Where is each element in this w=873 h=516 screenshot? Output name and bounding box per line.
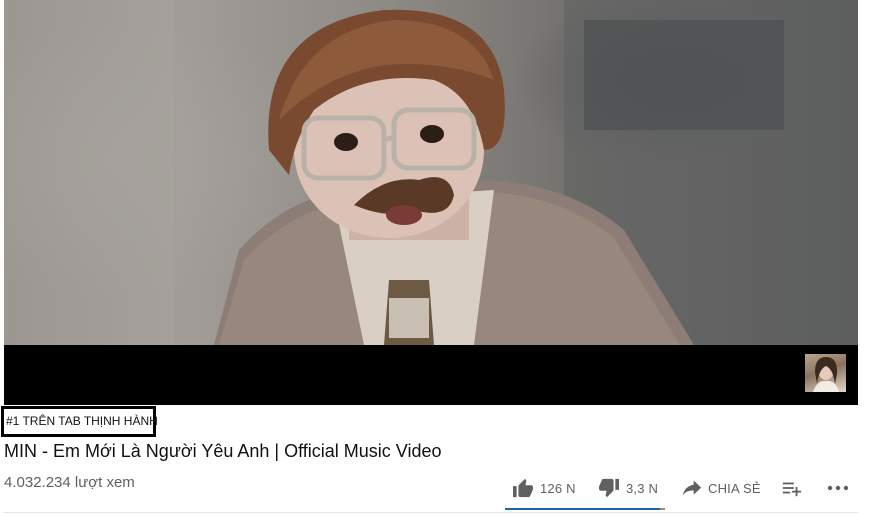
video-still-image — [4, 0, 858, 345]
more-actions-button[interactable] — [826, 476, 850, 500]
share-button[interactable]: CHIA SẺ — [682, 476, 761, 500]
dislike-button[interactable]: 3,3 N — [598, 476, 658, 500]
dislike-count: 3,3 N — [626, 480, 659, 496]
video-frame[interactable] — [4, 0, 858, 345]
end-screen-thumbnail-image — [813, 357, 839, 392]
thumb-down-icon — [599, 478, 619, 498]
sentiment-bar — [505, 508, 665, 510]
like-button[interactable]: 126 N — [512, 476, 576, 500]
video-actions: 126 N 3,3 N CHIA SẺ — [0, 476, 873, 500]
end-screen-thumbnail[interactable] — [805, 354, 846, 392]
share-label: CHIA SẺ — [708, 480, 761, 496]
thumb-up-icon — [513, 478, 533, 498]
add-to-playlist-icon — [782, 482, 802, 497]
video-title: MIN - Em Mới Là Người Yêu Anh | Official… — [4, 441, 442, 461]
like-count: 126 N — [540, 480, 576, 496]
add-to-playlist-button[interactable] — [782, 476, 802, 500]
trending-badge[interactable]: #1 TRÊN TAB THỊNH HÀNH — [1, 406, 158, 437]
video-player[interactable] — [4, 0, 858, 405]
sentiment-bar-likes — [505, 508, 661, 510]
more-icon — [827, 485, 849, 491]
share-icon — [682, 480, 702, 496]
divider — [4, 512, 858, 513]
